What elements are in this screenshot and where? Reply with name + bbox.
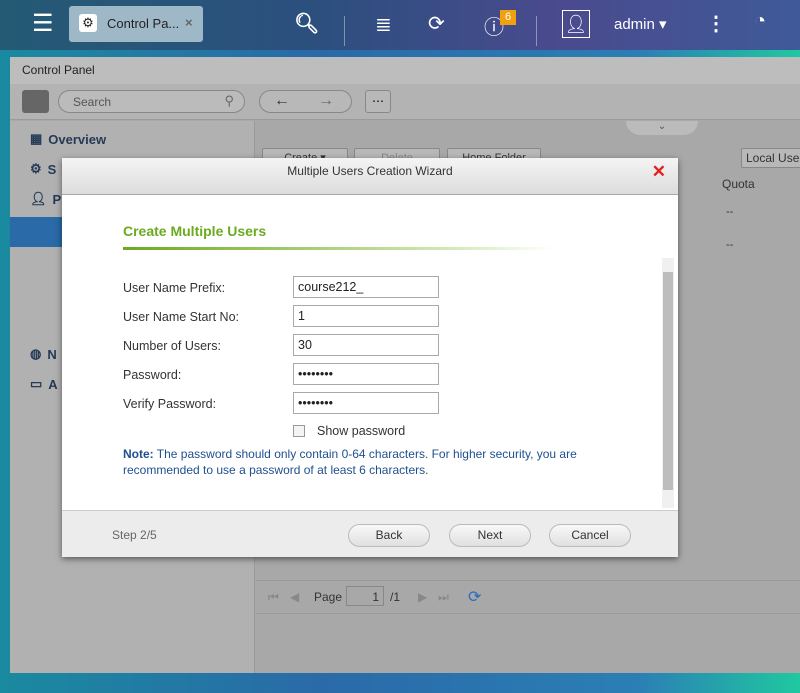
- label-password: Password:: [123, 368, 182, 382]
- user-icon: 👤︎: [30, 191, 47, 206]
- menu-icon[interactable]: ☰: [32, 9, 54, 38]
- show-password-label[interactable]: Show password: [317, 424, 405, 438]
- page-input[interactable]: 1: [346, 586, 384, 606]
- back-button[interactable]: Back: [348, 524, 430, 547]
- window-title: Control Panel: [10, 57, 800, 84]
- heading-underline: [123, 247, 553, 250]
- user-type-select[interactable]: Local Use: [741, 148, 800, 168]
- next-page-icon[interactable]: ▶: [418, 590, 427, 604]
- password-input[interactable]: [293, 363, 439, 385]
- sidebar-label: P: [52, 191, 62, 207]
- user-name-prefix-input[interactable]: [293, 276, 439, 298]
- show-password-checkbox[interactable]: [293, 425, 305, 437]
- top-bar: ☰ ⚙ Control Pa... × 🔍︎ ≣ ⟳ ⓘ 6 👤︎ admin …: [0, 0, 800, 50]
- dialog-footer: Step 2/5 Back Next Cancel: [62, 510, 678, 557]
- gear-icon: ⚙: [79, 14, 97, 32]
- sidebar-item-privilege[interactable]: 👤︎ P: [30, 191, 61, 207]
- sidebar-label: S: [47, 161, 57, 177]
- step-indicator: Step 2/5: [112, 528, 157, 542]
- back-arrow-icon[interactable]: ←: [274, 92, 290, 110]
- tab-control-panel[interactable]: ⚙ Control Pa... ×: [69, 6, 203, 42]
- user-avatar-icon[interactable]: 👤︎: [562, 10, 590, 38]
- collapse-chevron-icon[interactable]: ⌄: [626, 121, 698, 135]
- apps-grid-icon[interactable]: ⋯: [365, 90, 391, 113]
- number-of-users-input[interactable]: [293, 334, 439, 356]
- search-input[interactable]: Search ⚲: [58, 90, 245, 113]
- wizard-dialog: Multiple Users Creation Wizard ✕ Create …: [62, 158, 678, 557]
- close-tab-icon[interactable]: ×: [185, 15, 193, 30]
- scrollbar[interactable]: [662, 258, 674, 508]
- close-icon[interactable]: ✕: [652, 158, 666, 185]
- tray-icon: ▭: [30, 376, 43, 391]
- sidebar-label: N: [47, 346, 57, 362]
- start-no-input[interactable]: [293, 305, 439, 327]
- section-heading: Create Multiple Users: [123, 223, 267, 239]
- sidebar-label: Overview: [48, 131, 107, 147]
- column-header-quota[interactable]: Quota: [722, 177, 755, 191]
- nav-arrows: ← →: [259, 90, 352, 113]
- verify-password-input[interactable]: [293, 392, 439, 414]
- next-button[interactable]: Next: [449, 524, 531, 547]
- dashboard-gauge-icon[interactable]: ◔: [754, 10, 766, 33]
- sidebar-item-applications[interactable]: ▭ A: [30, 376, 58, 392]
- label-prefix: User Name Prefix:: [123, 281, 226, 295]
- search-icon: ⚲: [224, 93, 234, 108]
- globe-icon: ◍: [30, 346, 42, 361]
- sidebar-item-system[interactable]: ⚙ S: [30, 161, 56, 177]
- label-verify-password: Verify Password:: [123, 397, 217, 411]
- dialog-title: Multiple Users Creation Wizard: [287, 164, 453, 178]
- layout-toggle-icon[interactable]: [22, 90, 49, 113]
- table-cell: --: [726, 206, 734, 218]
- gear-icon: ⚙: [30, 161, 42, 176]
- sync-icon[interactable]: ⟳: [428, 11, 445, 36]
- sidebar-label: A: [48, 376, 58, 392]
- search-icon[interactable]: 🔍︎: [294, 11, 319, 36]
- sidebar-item-overview[interactable]: ▦ Overview: [30, 131, 106, 147]
- table-cell: --: [726, 239, 734, 251]
- scrollbar-thumb[interactable]: [663, 272, 673, 490]
- more-options-icon[interactable]: ⋮: [706, 11, 726, 36]
- pager: ⏮ ◀ Page 1 /1 ▶ ⏭ ⟳: [256, 580, 800, 614]
- refresh-icon[interactable]: ⟳: [468, 587, 481, 607]
- username: admin: [614, 16, 655, 33]
- label-start-no: User Name Start No:: [123, 310, 240, 324]
- page-total: /1: [390, 590, 401, 604]
- overview-icon: ▦: [30, 131, 43, 146]
- forward-arrow-icon[interactable]: →: [318, 92, 334, 110]
- page-label: Page: [314, 590, 343, 604]
- prev-page-icon[interactable]: ◀: [290, 590, 299, 604]
- first-page-icon[interactable]: ⏮: [268, 590, 279, 605]
- user-menu[interactable]: admin ▾: [614, 15, 667, 33]
- cancel-button[interactable]: Cancel: [549, 524, 631, 547]
- sidebar-item-network[interactable]: ◍ N: [30, 346, 57, 362]
- search-placeholder: Search: [73, 95, 112, 109]
- stack-icon[interactable]: ≣: [375, 12, 392, 37]
- note-text: Note: The password should only contain 0…: [123, 447, 577, 477]
- tab-title: Control Pa...: [107, 16, 180, 31]
- label-number-users: Number of Users:: [123, 339, 221, 353]
- last-page-icon[interactable]: ⏭: [438, 590, 449, 605]
- notification-badge: 6: [500, 10, 516, 25]
